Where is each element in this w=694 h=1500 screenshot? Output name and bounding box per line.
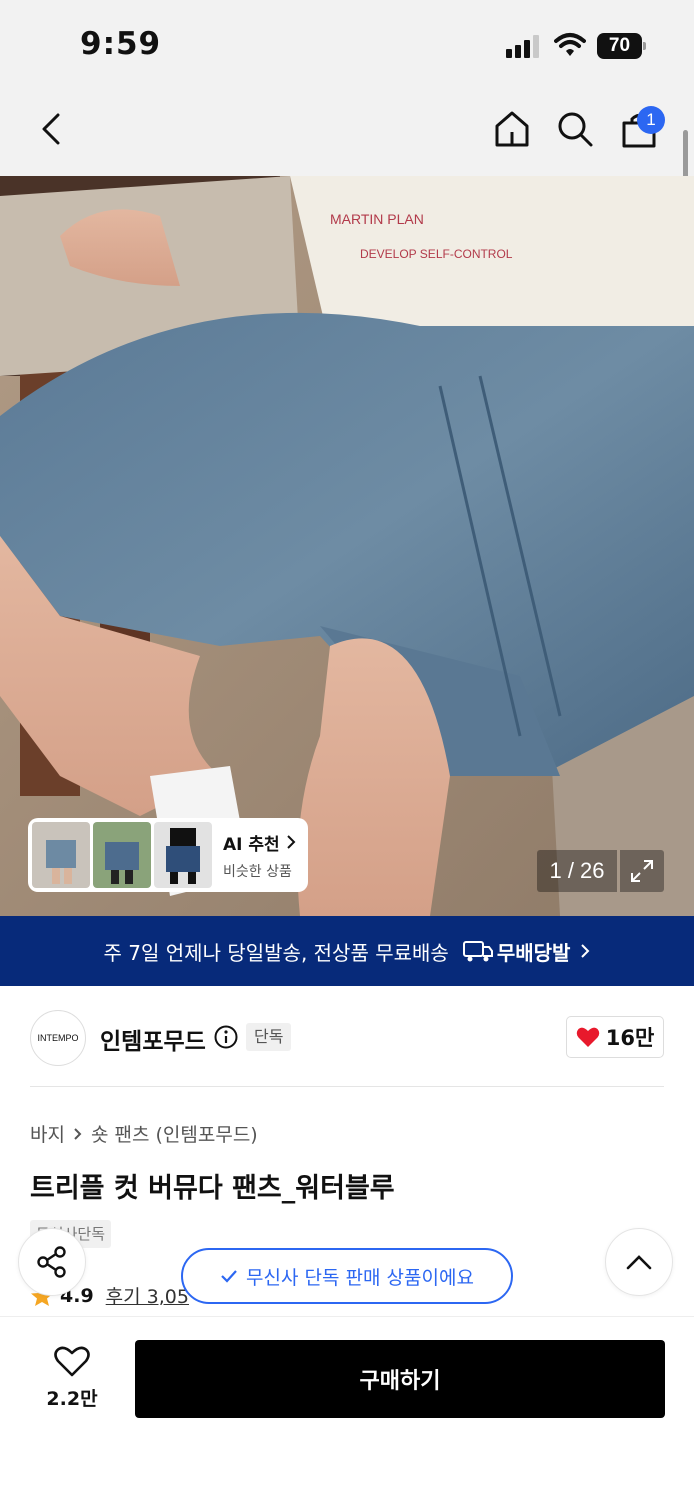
svg-text:MARTIN PLAN: MARTIN PLAN xyxy=(330,211,424,227)
shipping-banner[interactable]: 주 7일 언제나 당일발송, 전상품 무료배송 무배당발 xyxy=(0,916,694,986)
status-bar: 9:59 70 xyxy=(0,0,694,90)
check-icon xyxy=(221,1270,237,1283)
share-icon xyxy=(37,1246,66,1278)
free-delivery-logo: 무배당발 xyxy=(462,937,571,966)
share-button[interactable] xyxy=(18,1228,86,1296)
free-delivery-text: 무배당발 xyxy=(496,940,571,965)
chevron-left-icon xyxy=(42,113,60,145)
search-button[interactable] xyxy=(552,104,598,154)
breadcrumb: 바지 숏 팬츠 (인템포무드) xyxy=(30,1120,258,1147)
brand-name[interactable]: 인템포무드 xyxy=(100,1022,206,1056)
delivery-truck-icon xyxy=(462,941,493,962)
brand-like-button[interactable]: 16만 xyxy=(566,1016,664,1058)
exclusive-toast-text: 무신사 단독 판매 상품이에요 xyxy=(246,1266,474,1289)
wishlist-button[interactable]: 2.2만 xyxy=(30,1340,114,1416)
review-link[interactable]: 후기 3,05 xyxy=(106,1282,189,1309)
breadcrumb-subcategory[interactable]: 숏 팬츠 (인템포무드) xyxy=(91,1120,258,1147)
chevron-right-icon xyxy=(286,835,296,849)
shipping-banner-text: 주 7일 언제나 당일발송, 전상품 무료배송 xyxy=(103,940,449,965)
image-counter: 1 / 26 xyxy=(537,850,617,892)
ai-recommend-subtitle: 비슷한 상품 xyxy=(223,863,292,880)
buy-button[interactable]: 구매하기 xyxy=(135,1340,665,1418)
wishlist-count: 2.2만 xyxy=(46,1387,98,1410)
nav-bar xyxy=(0,90,694,176)
svg-text:DEVELOP SELF-CONTROL: DEVELOP SELF-CONTROL xyxy=(360,247,513,261)
search-icon xyxy=(558,112,593,147)
battery-icon: 70 xyxy=(597,33,647,59)
cart-badge: 1 xyxy=(637,106,665,134)
info-icon[interactable] xyxy=(214,1025,238,1049)
ai-recommend-label: AI 추천 xyxy=(223,834,280,855)
wifi-icon xyxy=(554,32,586,58)
ai-thumbnail[interactable] xyxy=(154,822,212,888)
brand-exclusive-tag: 단독 xyxy=(246,1023,292,1051)
exclusive-toast: 무신사 단독 판매 상품이에요 xyxy=(181,1248,513,1304)
status-time: 9:59 xyxy=(80,26,162,62)
ai-thumbnail[interactable] xyxy=(93,822,151,888)
product-image[interactable]: MARTIN PLAN DEVELOP SELF-CONTROL AI 추천 비… xyxy=(0,176,694,916)
divider xyxy=(30,1086,664,1087)
signal-icon xyxy=(506,34,544,58)
brand-like-count: 16만 xyxy=(605,1026,655,1050)
expand-icon xyxy=(631,860,653,882)
breadcrumb-category[interactable]: 바지 xyxy=(30,1120,65,1147)
ai-thumbnail[interactable] xyxy=(32,822,90,888)
brand-logo[interactable]: INTEMPO xyxy=(30,1010,86,1066)
chevron-right-icon xyxy=(74,1127,82,1140)
home-icon xyxy=(495,111,529,147)
battery-level: 70 xyxy=(597,33,642,59)
expand-button[interactable] xyxy=(620,850,664,892)
chevron-up-icon xyxy=(626,1255,652,1270)
heart-filled-icon xyxy=(576,1027,599,1047)
chevron-right-icon xyxy=(581,944,590,958)
product-title: 트리플 컷 버뮤다 팬츠_워터블루 xyxy=(30,1173,395,1204)
back-button[interactable] xyxy=(28,104,74,154)
ai-recommend-title: AI 추천 xyxy=(223,830,296,855)
home-button[interactable] xyxy=(489,104,535,154)
ai-recommendation-card[interactable]: AI 추천 비슷한 상품 xyxy=(28,818,308,892)
scroll-top-button[interactable] xyxy=(605,1228,673,1296)
heart-outline-icon xyxy=(54,1346,90,1376)
